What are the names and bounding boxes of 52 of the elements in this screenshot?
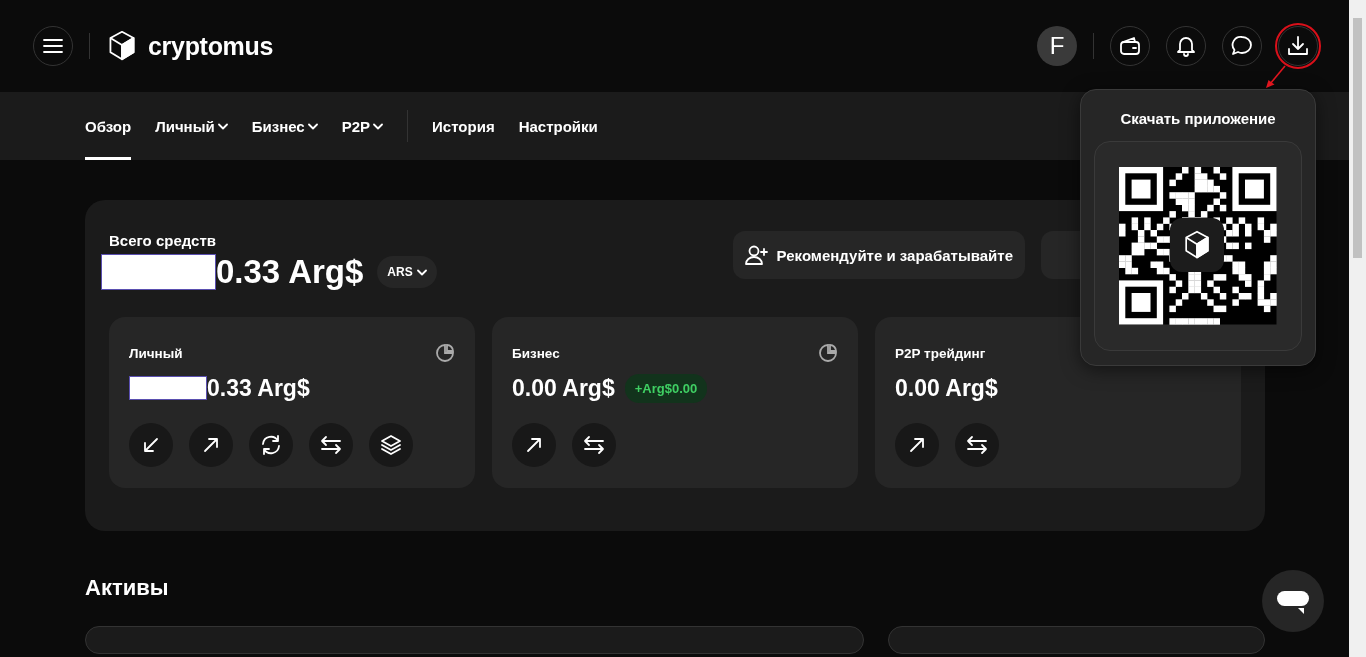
bell-icon xyxy=(1176,35,1196,57)
swap-arrows-icon xyxy=(583,435,605,455)
download-button[interactable] xyxy=(1278,26,1318,66)
send-button[interactable] xyxy=(189,423,233,467)
speech-bubble-icon xyxy=(1231,35,1253,57)
account-name: P2P трейдинг xyxy=(895,345,986,361)
nav-tab[interactable]: История xyxy=(432,92,495,160)
nav-tab[interactable]: Настройки xyxy=(518,92,598,160)
total-balance-label: Всего средств xyxy=(109,232,217,249)
refresh-icon xyxy=(259,434,283,456)
pie-chart-icon xyxy=(435,343,455,363)
logo-text: cryptomus xyxy=(148,31,274,61)
arrow-down-left-icon xyxy=(142,436,160,454)
currency-selector[interactable]: ARS xyxy=(377,256,437,288)
send-button[interactable] xyxy=(895,423,939,467)
nav-tab[interactable]: Личный xyxy=(155,92,228,160)
layers-icon xyxy=(380,434,402,456)
chevron-down-icon xyxy=(416,268,427,276)
transfer-button[interactable] xyxy=(309,423,353,467)
nav-tab[interactable]: Бизнес xyxy=(251,92,318,160)
account-balance: 0.00 Arg$ xyxy=(895,374,998,402)
change-badge: +Arg$0.00 xyxy=(624,373,708,403)
nav-tab[interactable]: Обзор xyxy=(85,92,132,160)
account-name: Личный xyxy=(129,345,183,361)
swap-arrows-icon xyxy=(966,435,988,455)
staking-button[interactable] xyxy=(369,423,413,467)
download-icon xyxy=(1287,35,1309,57)
send-button[interactable] xyxy=(512,423,556,467)
transfer-button[interactable] xyxy=(955,423,999,467)
swap-arrows-icon xyxy=(320,435,342,455)
exchange-button[interactable] xyxy=(249,423,293,467)
account-name: Бизнес xyxy=(512,345,560,361)
annotation-arrow xyxy=(1264,64,1288,90)
cube-logo-icon xyxy=(1182,230,1212,260)
add-user-icon xyxy=(744,244,769,266)
referral-button[interactable]: Рекомендуйте и зарабатывайте xyxy=(732,231,1025,279)
receive-button[interactable] xyxy=(129,423,173,467)
arrow-up-right-icon xyxy=(908,436,926,454)
account-balance: 0.33 Arg$ xyxy=(207,374,310,402)
wallet-icon xyxy=(1119,36,1141,56)
total-balance: 0.33 Arg$ xyxy=(216,253,364,291)
scrollbar[interactable] xyxy=(1349,0,1366,657)
transfer-button[interactable] xyxy=(572,423,616,467)
menu-icon xyxy=(43,38,63,54)
popover-title: Скачать приложение xyxy=(1120,110,1276,127)
avatar[interactable]: F xyxy=(1037,26,1077,66)
section-title: Активы xyxy=(85,575,170,601)
arrow-up-right-icon xyxy=(525,436,543,454)
pie-chart-icon xyxy=(818,343,838,363)
account-balance: 0.00 Arg$ xyxy=(512,374,615,402)
nav-tab[interactable]: P2P xyxy=(341,92,384,160)
arrow-up-right-icon xyxy=(202,436,220,454)
